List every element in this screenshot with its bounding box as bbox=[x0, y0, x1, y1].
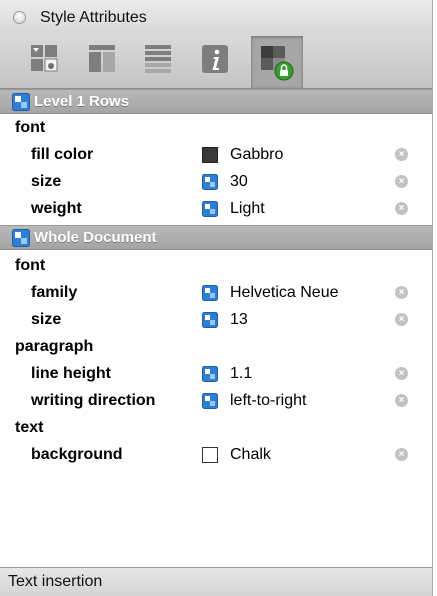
styles-grid-icon[interactable] bbox=[30, 44, 58, 74]
toolbar bbox=[0, 36, 432, 89]
group-row-font: font bbox=[0, 252, 432, 279]
color-swatch[interactable] bbox=[202, 447, 218, 463]
attribute-label: family bbox=[31, 284, 78, 301]
section-header-level-1-rows[interactable]: Level 1 Rows bbox=[0, 89, 432, 114]
status-bar: Text insertion bbox=[0, 567, 432, 596]
section-label: Level 1 Rows bbox=[34, 93, 130, 110]
style-icon bbox=[202, 312, 218, 328]
style-icon bbox=[12, 229, 30, 252]
clear-icon[interactable]: × bbox=[395, 148, 408, 161]
color-swatch[interactable] bbox=[202, 147, 218, 163]
group-row-text: text bbox=[0, 414, 432, 441]
attribute-row-line-height[interactable]: line height 1.1 × bbox=[0, 360, 432, 387]
attribute-row-size[interactable]: size 13 × bbox=[0, 306, 432, 333]
section-header-whole-document[interactable]: Whole Document bbox=[0, 225, 432, 250]
attribute-label: fill color bbox=[31, 146, 94, 163]
style-attributes-panel: Style Attributes Level 1 Rows font fill … bbox=[0, 0, 433, 596]
style-icon bbox=[12, 93, 30, 116]
attribute-row-fill-color[interactable]: fill color Gabbro × bbox=[0, 141, 432, 168]
attribute-row-size[interactable]: size 30 × bbox=[0, 168, 432, 195]
rows-icon[interactable] bbox=[144, 44, 172, 74]
attribute-label: writing direction bbox=[31, 392, 156, 409]
attribute-value[interactable]: Chalk bbox=[230, 446, 271, 464]
clear-icon[interactable]: × bbox=[395, 313, 408, 326]
attribute-value[interactable]: Gabbro bbox=[230, 146, 283, 164]
close-window-button[interactable] bbox=[13, 11, 26, 24]
group-label: text bbox=[15, 419, 44, 436]
attribute-label: size bbox=[31, 173, 62, 190]
clear-icon[interactable]: × bbox=[395, 394, 408, 407]
group-label: font bbox=[15, 257, 46, 274]
attribute-row-writing-direction[interactable]: writing direction left-to-right × bbox=[0, 387, 432, 414]
section-label: Whole Document bbox=[34, 229, 157, 246]
window-title: Style Attributes bbox=[40, 9, 147, 26]
attribute-value[interactable]: 13 bbox=[230, 311, 248, 329]
clear-icon[interactable]: × bbox=[395, 175, 408, 188]
attribute-value[interactable]: 30 bbox=[230, 173, 248, 191]
attribute-row-family[interactable]: family Helvetica Neue × bbox=[0, 279, 432, 306]
attribute-value[interactable]: 1.1 bbox=[230, 365, 252, 383]
clear-icon[interactable]: × bbox=[395, 202, 408, 215]
attribute-row-weight[interactable]: weight Light × bbox=[0, 195, 432, 222]
attribute-row-background[interactable]: background Chalk × bbox=[0, 441, 432, 468]
attribute-label: weight bbox=[31, 200, 82, 217]
attribute-value[interactable]: left-to-right bbox=[230, 392, 306, 410]
title-bar: Style Attributes bbox=[0, 0, 432, 36]
attribute-label: background bbox=[31, 446, 123, 463]
columns-icon[interactable] bbox=[88, 44, 116, 74]
style-icon bbox=[202, 393, 218, 409]
locked-style-icon[interactable] bbox=[251, 36, 303, 88]
info-icon[interactable] bbox=[201, 44, 229, 74]
attribute-value[interactable]: Helvetica Neue bbox=[230, 284, 339, 302]
clear-icon[interactable]: × bbox=[395, 448, 408, 461]
clear-icon[interactable]: × bbox=[395, 367, 408, 380]
attribute-label: size bbox=[31, 311, 62, 328]
style-icon bbox=[202, 285, 218, 301]
group-row-paragraph: paragraph bbox=[0, 333, 432, 360]
style-icon bbox=[202, 366, 218, 382]
attribute-label: line height bbox=[31, 365, 111, 382]
style-icon bbox=[202, 174, 218, 190]
attribute-value[interactable]: Light bbox=[230, 200, 265, 218]
clear-icon[interactable]: × bbox=[395, 286, 408, 299]
group-label: paragraph bbox=[15, 338, 94, 355]
style-icon bbox=[202, 201, 218, 217]
group-row-font: font bbox=[0, 114, 432, 141]
status-text: Text insertion bbox=[8, 573, 103, 590]
group-label: font bbox=[15, 119, 46, 136]
window-edge bbox=[433, 0, 437, 596]
